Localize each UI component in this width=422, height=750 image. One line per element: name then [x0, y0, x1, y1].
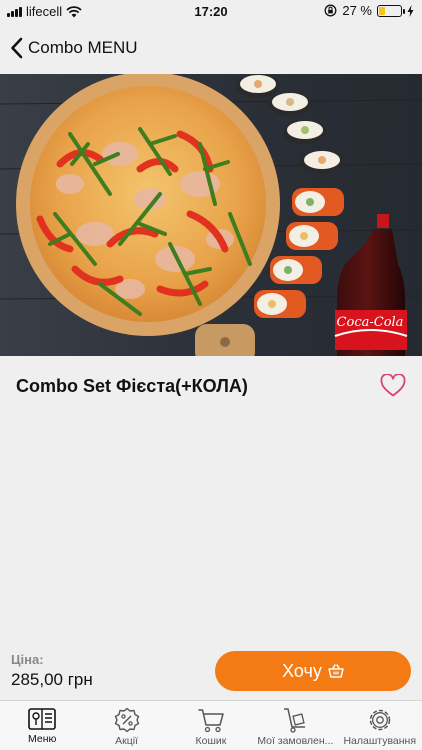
battery-fill [379, 6, 385, 15]
charging-bolt-icon [407, 4, 414, 17]
status-right: 27 % [324, 3, 414, 18]
tab-cart[interactable]: Кошик [169, 701, 253, 750]
back-button[interactable]: Combo MENU [0, 22, 422, 74]
product-title: Combo Set Фієста(+КОЛА) [16, 376, 248, 396]
product-header: Combo Set Фієста(+КОЛА) [0, 356, 422, 418]
order-button[interactable]: Хочу [215, 651, 411, 691]
cart-icon [198, 709, 224, 733]
heart-icon [380, 373, 406, 397]
order-button-label: Хочу [282, 660, 322, 681]
tab-label: Меню [28, 733, 57, 745]
tab-my-orders[interactable]: Мої замовлен... [253, 701, 337, 750]
tab-label: Налаштування [343, 735, 417, 747]
tab-label: Акції [115, 735, 139, 747]
back-label: Combo MENU [28, 38, 138, 57]
hand-truck-icon [284, 708, 306, 733]
gear-icon [369, 709, 390, 731]
tab-menu[interactable]: Меню [0, 701, 84, 750]
tab-promotions[interactable]: Акції [84, 701, 168, 750]
bottle-brand-text: Coca-Cola [337, 315, 404, 330]
product-image: Coca-Cola [0, 74, 422, 356]
menu-book-icon [28, 708, 56, 730]
battery-icon [377, 4, 405, 17]
product-photo: Coca-Cola [0, 74, 422, 356]
tab-bar: Меню Акції Кошик Мої замовлен... Налашту… [0, 700, 422, 750]
tab-label: Мої замовлен... [257, 735, 334, 747]
favorite-button[interactable] [380, 373, 406, 403]
rotation-lock-icon [324, 4, 337, 17]
tab-settings[interactable]: Налаштування [338, 701, 422, 750]
discount-badge-icon [114, 707, 139, 733]
price-value: 285,00 грн [11, 670, 93, 689]
basket-icon [328, 664, 344, 678]
battery-percent: 27 % [342, 3, 372, 18]
status-bar: lifecell 17:20 27 % [0, 0, 422, 22]
price-label: Ціна: [11, 652, 44, 667]
chevron-left-icon [11, 37, 23, 59]
tab-label: Кошик [195, 735, 227, 747]
